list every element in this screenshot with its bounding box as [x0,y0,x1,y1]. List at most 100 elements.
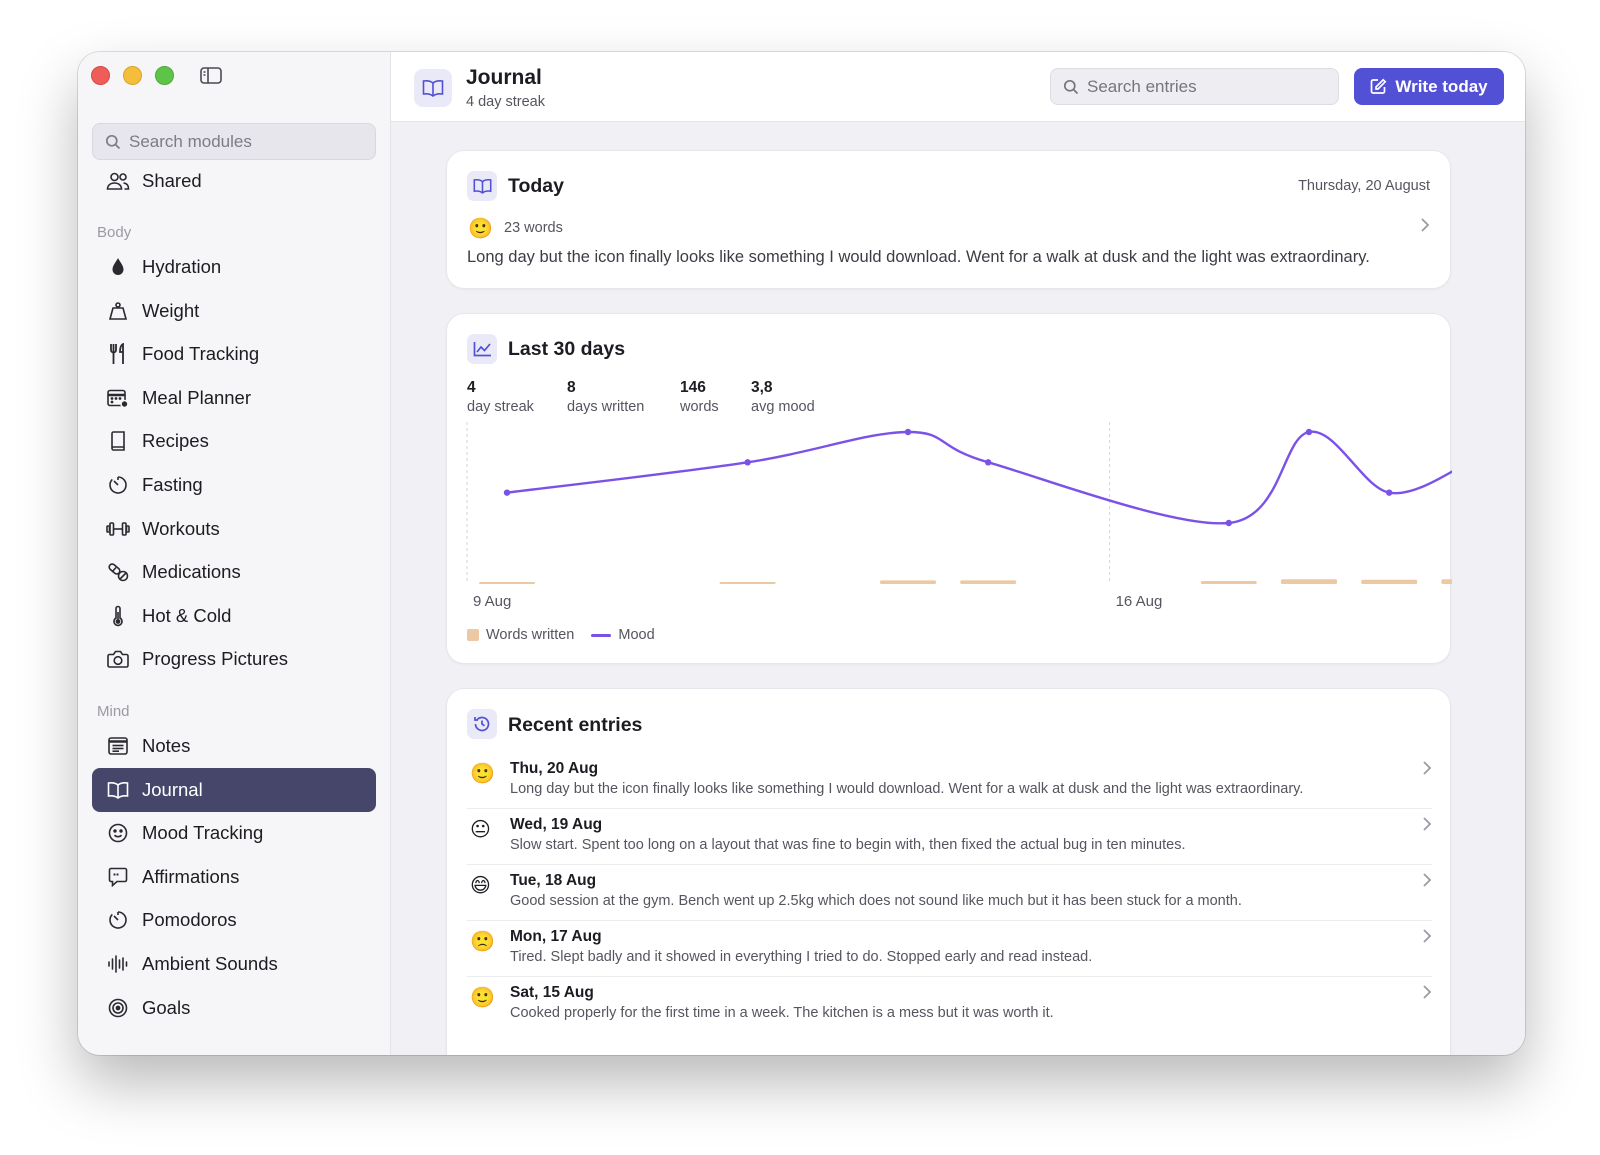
words-bar [479,582,535,584]
sidebar-item-hot-and-cold[interactable]: Hot & Cold [92,594,376,638]
thermometer-icon [106,604,130,628]
section-label-mind: Mind [97,703,130,720]
entry-mood-emoji: 🙂 [470,985,495,1009]
streak-subtitle: 4 day streak [466,94,545,110]
book-icon [106,429,130,453]
sidebar-item-medications[interactable]: Medications [92,550,376,594]
entry-mood-emoji: 😄 [470,873,491,897]
sidebar-item-meal-planner[interactable]: Meal Planner [92,376,376,420]
last-30-days-title: Last 30 days [508,338,626,360]
sidebar-item-journal[interactable]: Journal [92,767,376,812]
window-controls [91,66,174,85]
calendar-icon [106,386,130,410]
words-bar [719,582,776,584]
section-label-body: Body [97,224,132,241]
open-book-icon [467,171,497,201]
compose-icon [1370,78,1387,95]
entry-date: Wed, 19 Aug [510,816,603,833]
sidebar-item-label: Meal Planner [142,386,252,408]
entry-row[interactable]: 😄 Tue, 18 Aug Good session at the gym. Ben… [467,865,1432,921]
header: Journal 4 day streak Search entries Writ… [391,52,1525,122]
today-card: Today Thursday, 20 August 🙂 23 words Lon… [446,150,1451,289]
waveform-icon [106,952,130,976]
chevron-right-icon[interactable] [1422,816,1432,832]
people-icon [106,169,130,193]
sidebar-item-pomodoros[interactable]: Pomodoros [92,898,376,942]
chevron-right-icon[interactable] [1422,760,1432,776]
recent-entries-card: Recent entries 🙂 Thu, 20 Aug Long day but … [446,688,1451,1055]
app-window: Search modules Shared Body Hydration Weig… [78,52,1525,1055]
sidebar-item-mood-tracking[interactable]: Mood Tracking [92,811,376,855]
entry-text: Good session at the gym. Bench went up 2… [510,893,1242,909]
sidebar-item-label: Fasting [142,474,203,495]
search-entries-input[interactable]: Search entries [1050,68,1339,105]
mood-point [1225,519,1232,527]
chart-legend: Words written Mood [467,627,655,643]
sidebar-item-label: Pomodoros [142,909,237,931]
entry-row[interactable]: 🙁 Mon, 17 Aug Tired. Slept badly and it sh… [467,921,1432,977]
sidebar-item-label: Weight [142,299,200,321]
history-icon [467,709,497,739]
today-mood-emoji: 🙂 [468,216,493,240]
sidebar-item-hydration[interactable]: Hydration [92,245,376,289]
stat-words: 146 words [680,379,719,415]
dumbbell-icon [106,517,130,541]
sidebar-item-affirmations[interactable]: Affirmations [92,855,376,899]
sidebar-item-label: Ambient Sounds [142,953,278,974]
sidebar-item-goals[interactable]: Goals [92,986,376,1030]
today-entry-text[interactable]: Long day but the icon finally looks like… [467,248,1370,267]
mood-point [1386,489,1393,496]
sidebar-toggle-icon[interactable] [200,66,222,84]
mood-point [1305,428,1313,436]
stat-streak: 4 day streak [467,379,534,415]
sidebar-item-food-tracking[interactable]: Food Tracking [92,332,376,376]
sidebar-item-label: Medications [142,561,241,583]
x-tick-label: 9 Aug [473,593,511,610]
sidebar-item-label: Hot & Cold [142,604,232,626]
sidebar-item-shared[interactable]: Shared [92,159,376,203]
words-bar [960,580,1017,584]
sidebar-item-label: Workouts [142,517,220,539]
sidebar-item-ambient-sounds[interactable]: Ambient Sounds [92,942,376,986]
main-content: Journal 4 day streak Search entries Writ… [391,52,1525,1055]
close-window-button[interactable] [91,66,110,85]
sidebar: Search modules Shared Body Hydration Weig… [78,52,391,1055]
note-icon [106,734,130,758]
entry-row[interactable]: 🙂 Thu, 20 Aug Long day but the icon finall… [467,753,1432,809]
open-book-icon [106,778,130,802]
zoom-window-button[interactable] [155,66,174,85]
sidebar-item-label: Notes [142,735,191,756]
sidebar-item-progress-pictures[interactable]: Progress Pictures [92,637,376,681]
words-bar [1441,579,1452,584]
entry-mood-emoji: 🙂 [470,761,495,785]
sidebar-item-fasting[interactable]: Fasting [92,463,376,507]
sidebar-item-recipes[interactable]: Recipes [92,419,376,463]
write-today-button[interactable]: Write today [1354,68,1504,105]
entry-text: Cooked properly for the first time in a … [510,1005,1054,1021]
sidebar-item-label: Journal [142,778,203,800]
chevron-right-icon[interactable] [1420,217,1430,233]
legend-mood-swatch [591,633,612,637]
search-icon [1063,79,1079,95]
mood-point [744,459,751,466]
sidebar-item-label: Hydration [142,256,222,277]
entry-mood-emoji: 😐 [470,817,491,841]
search-modules-input[interactable]: Search modules [92,123,376,160]
sidebar-item-notes[interactable]: Notes [92,724,376,768]
sidebar-item-workouts[interactable]: Workouts [92,507,376,551]
sidebar-item-weight[interactable]: Weight [92,289,376,333]
minimize-window-button[interactable] [123,66,142,85]
legend-words-swatch [467,629,479,641]
chevron-right-icon[interactable] [1422,872,1432,888]
chevron-right-icon[interactable] [1422,928,1432,944]
today-word-count: 23 words [504,220,563,236]
chevron-right-icon[interactable] [1422,984,1432,1000]
timer-icon [106,908,130,932]
entry-row[interactable]: 😐 Wed, 19 Aug Slow start. Spent too long o… [467,809,1432,865]
entry-row[interactable]: 🙂 Sat, 15 Aug Cooked properly for the firs… [467,977,1432,1033]
stat-days-written: 8 days written [567,379,645,415]
sidebar-item-label: Goals [142,996,191,1018]
entry-mood-emoji: 🙁 [470,929,495,953]
words-bar [1200,581,1257,584]
legend-mood-label: Mood [618,627,655,643]
